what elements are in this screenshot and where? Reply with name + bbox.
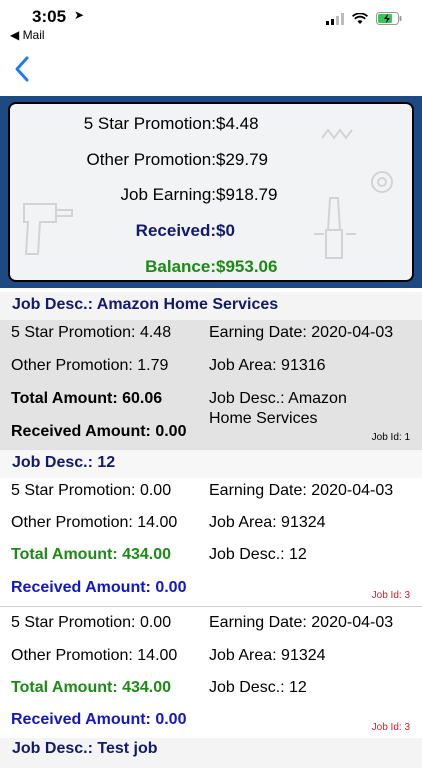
- summary-row-other-promotion: Other Promotion: $29.79: [10, 150, 412, 178]
- earning-card[interactable]: 5 Star Promotion: 0.00 Other Promotion: …: [0, 610, 422, 738]
- earning-card[interactable]: 5 Star Promotion: 4.48 Other Promotion: …: [0, 320, 422, 450]
- summary-card: 5 Star Promotion: $4.48 Other Promotion:…: [8, 102, 414, 282]
- section-title: Job Desc.: 12: [12, 454, 116, 471]
- summary-value: $4.48: [216, 114, 259, 133]
- star-promotion-text: 5 Star Promotion: 0.00: [11, 482, 172, 499]
- summary-label: Balance:: [145, 257, 216, 276]
- summary-label: Other Promotion:: [86, 150, 216, 169]
- row-divider: [0, 606, 422, 607]
- earning-card[interactable]: 5 Star Promotion: 0.00 Other Promotion: …: [0, 478, 422, 606]
- clock: 3:05: [32, 7, 67, 26]
- earning-date-text: Earning Date: 2020-04-03: [209, 324, 394, 341]
- summary-value: $0: [216, 221, 235, 240]
- section-header: Job Desc.: Test job: [0, 738, 422, 768]
- star-promotion-text: 5 Star Promotion: 0.00: [11, 614, 172, 631]
- job-area-text: Job Area: 91324: [209, 514, 326, 531]
- earning-date-text: Earning Date: 2020-04-03: [209, 482, 394, 499]
- job-desc-text: Job Desc.: 12: [209, 679, 307, 696]
- section-title: Job Desc.: Test job: [12, 740, 158, 757]
- system-icons: [326, 12, 402, 25]
- other-promotion-text: Other Promotion: 14.00: [11, 514, 178, 531]
- section-title: Job Desc.: Amazon Home Services: [12, 296, 279, 313]
- job-area-text: Job Area: 91324: [209, 647, 326, 664]
- job-id-text: Job Id: 1: [371, 432, 410, 443]
- summary-label: 5 Star Promotion:: [83, 114, 216, 133]
- back-to-app-link[interactable]: ◀ Mail: [10, 28, 45, 42]
- summary-row-job-earning: Job Earning: $918.79: [10, 185, 412, 213]
- total-amount-text: Total Amount: 60.06: [11, 390, 163, 407]
- summary-value: $953.06: [216, 257, 278, 276]
- wifi-icon: [352, 12, 368, 24]
- status-bar: 3:05 ➤ ◀ Mail: [0, 0, 422, 44]
- job-id-text: Job Id: 3: [371, 590, 410, 601]
- cellular-signal-icon: [326, 12, 344, 25]
- job-id-text: Job Id: 3: [371, 722, 410, 733]
- back-chevron-icon[interactable]: [12, 54, 32, 84]
- summary-label: Job Earning:: [120, 185, 216, 204]
- job-area-text: Job Area: 91316: [209, 357, 326, 374]
- other-promotion-text: Other Promotion: 14.00: [11, 647, 178, 664]
- received-amount-text: Received Amount: 0.00: [11, 579, 187, 596]
- summary-value: $918.79: [216, 185, 278, 204]
- summary-row-star-promotion: 5 Star Promotion: $4.48: [10, 114, 412, 142]
- navigation-bar: [0, 44, 422, 94]
- job-desc-text: Job Desc.: 12: [209, 546, 307, 563]
- summary-panel: 5 Star Promotion: $4.48 Other Promotion:…: [0, 96, 422, 288]
- earning-date-text: Earning Date: 2020-04-03: [209, 614, 394, 631]
- section-header: Job Desc.: Amazon Home Services: [0, 292, 422, 322]
- job-desc-text: Job Desc.: Amazon Home Services: [209, 390, 347, 427]
- received-amount-text: Received Amount: 0.00: [11, 423, 187, 440]
- summary-value: $29.79: [216, 150, 268, 169]
- summary-row-received: Received: $0: [10, 221, 412, 249]
- star-promotion-text: 5 Star Promotion: 4.48: [11, 324, 172, 341]
- location-arrow-icon: ➤: [74, 8, 85, 22]
- summary-row-balance: Balance: $953.06: [10, 257, 412, 280]
- total-amount-text: Total Amount: 434.00: [11, 679, 172, 696]
- section-header: Job Desc.: 12: [0, 450, 422, 480]
- received-amount-text: Received Amount: 0.00: [11, 711, 187, 728]
- summary-label: Received:: [135, 221, 216, 240]
- other-promotion-text: Other Promotion: 1.79: [11, 357, 169, 374]
- total-amount-text: Total Amount: 434.00: [11, 546, 172, 563]
- battery-charging-icon: [376, 12, 402, 25]
